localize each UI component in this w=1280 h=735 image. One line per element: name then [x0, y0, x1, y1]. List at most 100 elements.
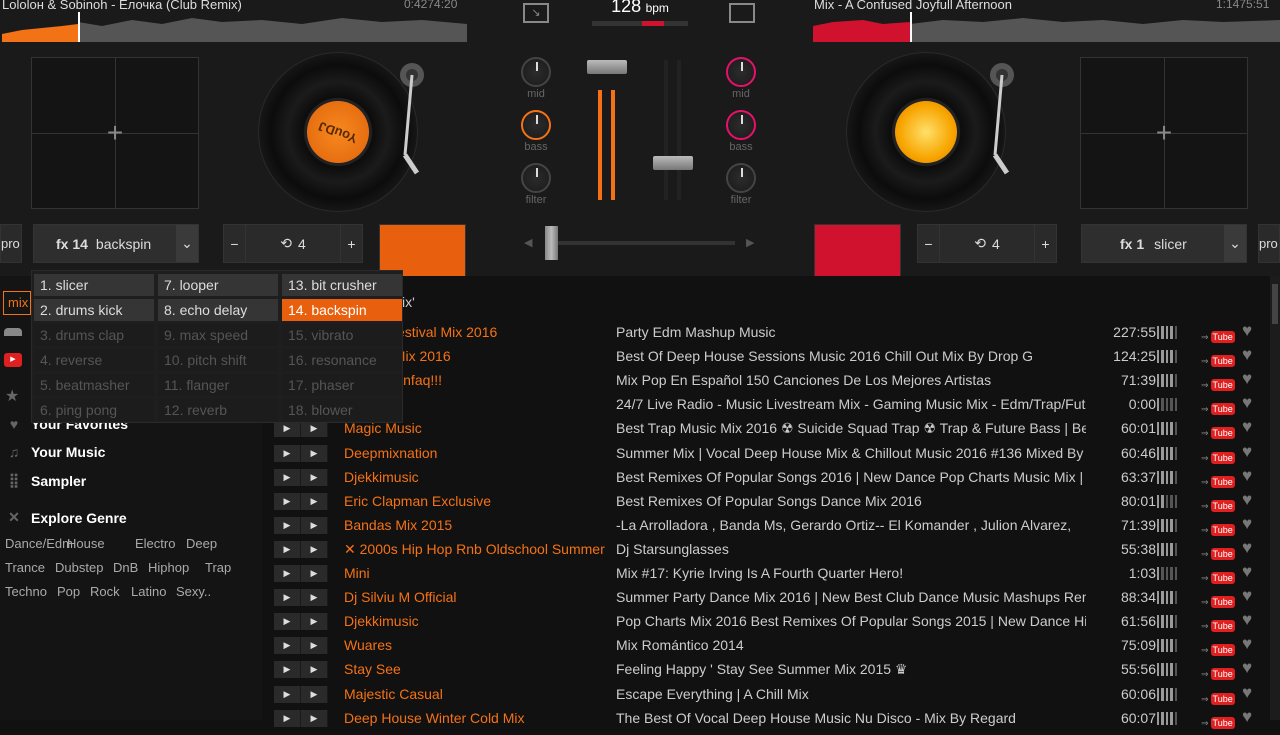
play-deck-a-icon[interactable]: ▶ [274, 516, 301, 534]
fx-menu-item[interactable]: 15. vibrato [282, 324, 402, 346]
fx-menu-item[interactable]: 6. ping pong [34, 399, 154, 421]
favorite-heart-icon[interactable]: ♥ [1242, 657, 1252, 679]
favorite-heart-icon[interactable]: ♥ [1242, 633, 1252, 655]
play-deck-a-icon[interactable]: ▶ [274, 540, 301, 558]
deck-a-loop-size[interactable]: ⟲ 4 [246, 225, 340, 262]
play-deck-a-icon[interactable]: ▶ [274, 492, 301, 510]
preview-play-buttons[interactable]: ▶ ▶ [274, 516, 328, 534]
pitch-right-icon[interactable]: ▶ [746, 236, 754, 249]
youtube-icon[interactable]: ▶ [4, 353, 22, 367]
table-row[interactable]: ▶ ▶ Majestic Casual Escape Everything | A C… [264, 682, 1270, 706]
favorite-heart-icon[interactable]: ♥ [1242, 561, 1252, 583]
sidebar-item-sampler[interactable]: ⣿ Sampler [5, 472, 86, 489]
favorite-heart-icon[interactable]: ♥ [1242, 682, 1252, 704]
genre-tag[interactable]: Deep [186, 536, 217, 551]
track-artist[interactable]: Majestic Casual [344, 682, 606, 706]
table-row[interactable]: ▶ ▶ Eric Clapman Exclusive Best Remixes Of … [264, 489, 1270, 513]
track-title[interactable]: -La Arrolladora , Banda Ms, Gerardo Orti… [616, 513, 1086, 537]
deck-a-xy-pad[interactable]: + [31, 57, 199, 209]
track-title[interactable]: Summer Mix | Vocal Deep House Mix & Chil… [616, 441, 1086, 465]
track-artist[interactable]: Deep House Winter Cold Mix [344, 706, 606, 730]
track-title[interactable]: The Best Of Vocal Deep House Music Nu Di… [616, 706, 1086, 730]
favorite-heart-icon[interactable]: ♥ [1242, 344, 1252, 366]
track-artist[interactable]: Djekkimusic [344, 609, 606, 633]
deck-b-loop-size[interactable]: ⟲ 4 [940, 225, 1034, 262]
fx-menu-item[interactable]: 5. beatmasher [34, 374, 154, 396]
play-deck-b-icon[interactable]: ▶ [301, 444, 328, 462]
play-deck-b-icon[interactable]: ▶ [301, 540, 328, 558]
preview-play-buttons[interactable]: ▶ ▶ [274, 492, 328, 510]
genre-tag[interactable]: DnB [113, 560, 138, 575]
track-title[interactable]: Best Remixes Of Popular Songs 2016 | New… [616, 465, 1086, 489]
table-row[interactable]: Colombianfaq!!!Mix Pop En Español 150 Ca… [264, 368, 1270, 392]
play-deck-b-icon[interactable]: ▶ [301, 468, 328, 486]
favorite-heart-icon[interactable]: ♥ [1242, 441, 1252, 463]
play-deck-a-icon[interactable]: ▶ [274, 613, 301, 631]
table-row[interactable]: House Festival Mix 2016 Party Edm Mashup … [264, 320, 1270, 344]
favorite-heart-icon[interactable]: ♥ [1242, 537, 1252, 559]
knob-left-filter[interactable]: filter [516, 163, 556, 206]
track-artist[interactable]: Eric Clapman Exclusive [344, 489, 606, 513]
preview-play-buttons[interactable]: ▶ ▶ [274, 637, 328, 655]
play-deck-b-icon[interactable]: ▶ [301, 637, 328, 655]
track-title[interactable]: Dj Starsunglasses [616, 537, 1086, 561]
chevron-down-icon[interactable]: ⌄ [1224, 225, 1246, 262]
genre-tag[interactable]: Dance/Edm [5, 536, 73, 551]
fx-menu-item[interactable]: 1. slicer [34, 274, 154, 296]
table-row[interactable]: ▶ ▶ Deepmixnation Summer Mix | Vocal Deep H… [264, 441, 1270, 465]
preview-play-buttons[interactable]: ▶ ▶ [274, 444, 328, 462]
knob-right-mid[interactable]: mid [721, 57, 761, 100]
table-row[interactable]: ▶ ▶ Magic Music Best Trap Music Mix 2016 ☢ … [264, 416, 1270, 440]
table-row[interactable]: ▶ ▶ Dj Silviu M Official Summer Party Dance… [264, 585, 1270, 609]
deck-a-fx-selector[interactable]: fx 14 backspin ⌄ [33, 224, 199, 263]
favorite-heart-icon[interactable]: ♥ [1242, 368, 1252, 390]
play-deck-a-icon[interactable]: ▶ [274, 565, 301, 582]
deck-b-fx-selector[interactable]: fx 1 slicer ⌄ [1081, 224, 1247, 263]
deck-b-xy-pad[interactable]: + [1080, 57, 1248, 209]
deck-a-loop-plus[interactable]: + [340, 225, 362, 262]
fx-menu-item[interactable]: 3. drums clap [34, 324, 154, 346]
play-deck-b-icon[interactable]: ▶ [301, 516, 328, 534]
favorite-heart-icon[interactable]: ♥ [1242, 465, 1252, 487]
preview-play-buttons[interactable]: ▶ ▶ [274, 685, 328, 703]
scrollbar[interactable] [1270, 276, 1280, 720]
play-deck-b-icon[interactable]: ▶ [301, 565, 328, 582]
track-title[interactable]: 24/7 Live Radio - Music Livestream Mix -… [616, 392, 1086, 416]
knob-left-bass[interactable]: bass [516, 110, 556, 153]
play-deck-a-icon[interactable]: ▶ [274, 637, 301, 655]
channel-fader-right[interactable] [653, 60, 693, 200]
fx-menu-item[interactable]: 12. reverb [158, 399, 278, 421]
search-input[interactable]: mix [3, 291, 31, 315]
track-artist[interactable]: Djekkimusic [344, 465, 606, 489]
play-deck-a-icon[interactable]: ▶ [274, 589, 301, 607]
track-artist[interactable]: Dj Silviu M Official [344, 585, 606, 609]
genre-tag[interactable]: Hiphop [148, 560, 189, 575]
favorite-heart-icon[interactable]: ♥ [1242, 706, 1252, 728]
fx-menu-item[interactable]: 4. reverse [34, 349, 154, 371]
youtube-source-icon[interactable]: ⇒ Tube [1201, 711, 1235, 735]
genre-tag[interactable]: Electro [135, 536, 175, 551]
fx-menu-item[interactable]: 11. flanger [158, 374, 278, 396]
deck-b-pro-button[interactable]: pro [1258, 224, 1280, 263]
genre-tag[interactable]: House [67, 536, 105, 551]
favorite-heart-icon[interactable]: ♥ [1242, 513, 1252, 535]
play-deck-b-icon[interactable]: ▶ [301, 685, 328, 703]
soundcloud-icon[interactable] [4, 328, 22, 336]
deck-a-loop-minus[interactable]: − [224, 225, 246, 262]
deck-a-platter[interactable]: YouDJ [258, 52, 418, 212]
sidebar-item-your-music[interactable]: ♫ Your Music [5, 444, 106, 460]
preview-play-buttons[interactable]: ▶ ▶ [274, 540, 328, 558]
track-artist[interactable]: Mini [344, 561, 606, 585]
table-row[interactable]: ▶ ▶ Stay See Feeling Happy ' Stay See Summe… [264, 657, 1270, 681]
fx-menu-item[interactable]: 16. resonance [282, 349, 402, 371]
track-title[interactable]: Best Trap Music Mix 2016 ☢ Suicide Squad… [616, 416, 1086, 440]
genre-tag[interactable]: Dubstep [55, 560, 103, 575]
play-deck-a-icon[interactable]: ▶ [274, 444, 301, 462]
preview-play-buttons[interactable]: ▶ ▶ [274, 468, 328, 486]
fx-menu-item[interactable]: 18. blower [282, 399, 402, 421]
fx-menu-item[interactable]: 13. bit crusher [282, 274, 402, 296]
sync-icon[interactable]: ↘ [523, 3, 549, 23]
preview-play-buttons[interactable]: ▶ ▶ [274, 613, 328, 631]
preview-play-buttons[interactable]: ▶ ▶ [274, 565, 328, 582]
table-row[interactable]: ▶ ▶ Djekkimusic Pop Charts Mix 2016 Best Re… [264, 609, 1270, 633]
